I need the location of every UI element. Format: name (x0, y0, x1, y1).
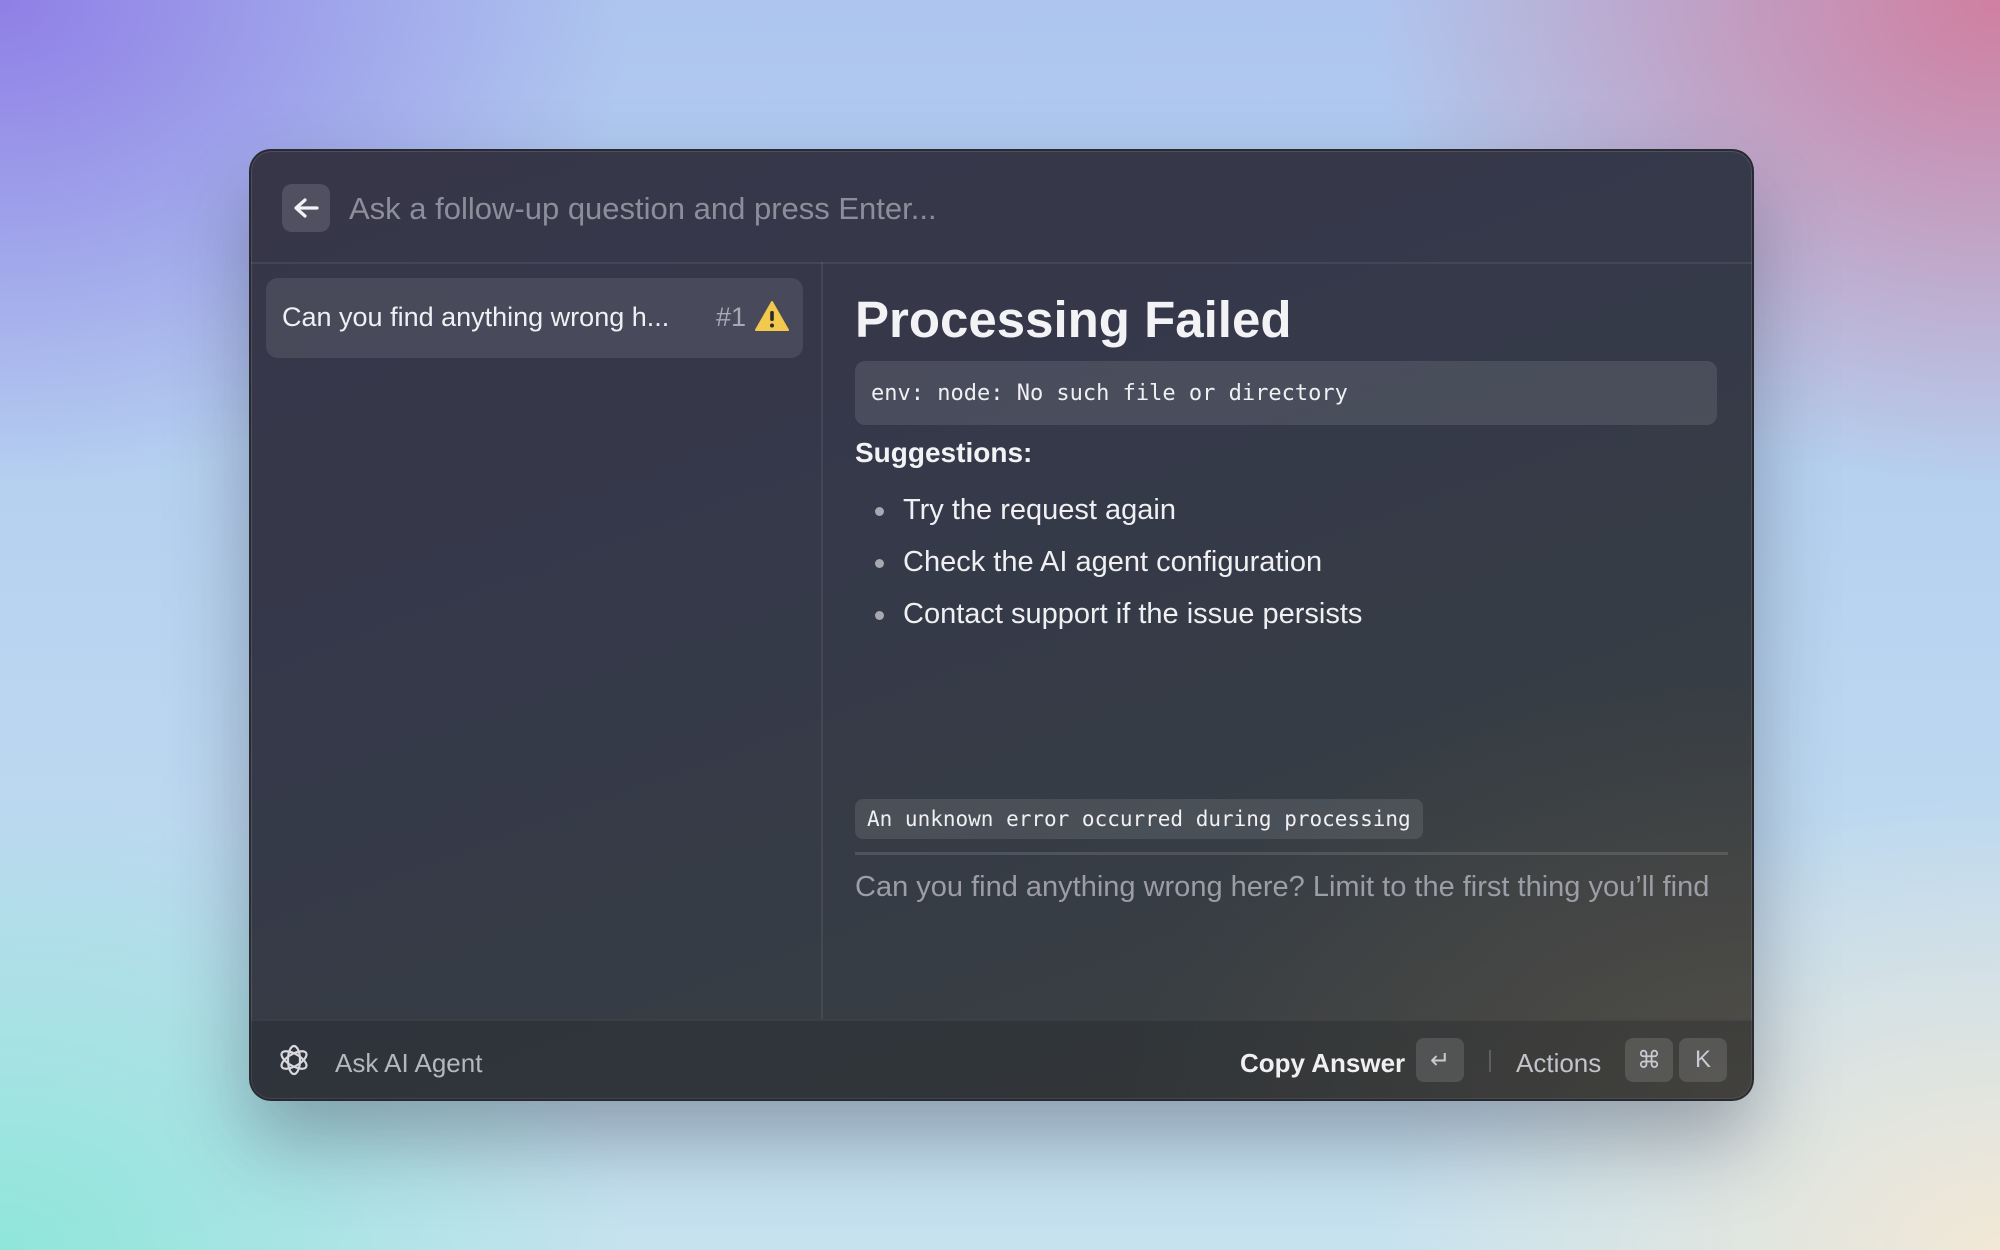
history-item-label: Can you find anything wrong h... (282, 302, 670, 332)
warning-icon (755, 301, 789, 331)
openai-logo-icon[interactable] (275, 1041, 313, 1079)
actions-button[interactable]: Actions (1516, 1048, 1601, 1079)
divider (1489, 1050, 1491, 1072)
error-code-text: env: node: No such file or directory (871, 381, 1348, 406)
follow-up-input[interactable] (347, 179, 1691, 239)
answer-panel: Processing Failed env: node: No such fil… (823, 262, 1750, 1019)
list-item: Try the request again (855, 494, 1362, 546)
back-button[interactable] (282, 184, 330, 232)
enter-key-hint: ↵ (1416, 1038, 1464, 1082)
ai-chat-window: Can you find anything wrong h... #1 Proc… (249, 149, 1754, 1101)
k-key-hint: K (1679, 1038, 1727, 1082)
suggestions-list: Try the request again Check the AI agent… (855, 494, 1362, 650)
suggestions-heading: Suggestions: (855, 437, 1033, 468)
copy-answer-button[interactable]: Copy Answer (1240, 1048, 1405, 1079)
error-code-block: env: node: No such file or directory (855, 361, 1717, 425)
footer-bar: Ask AI Agent Copy Answer ↵ Actions ⌘ K (251, 1019, 1752, 1099)
arrow-left-icon (294, 198, 319, 218)
history-sidebar: Can you find anything wrong h... #1 (251, 262, 823, 1019)
ask-agent-label[interactable]: Ask AI Agent (335, 1048, 482, 1079)
divider (855, 852, 1728, 855)
command-key-hint: ⌘ (1625, 1038, 1673, 1082)
page-title: Processing Failed (855, 291, 1292, 348)
original-question: Can you find anything wrong here? Limit … (855, 871, 1710, 903)
list-item: Contact support if the issue persists (855, 598, 1362, 650)
history-item-number: #1 (716, 302, 747, 332)
top-bar (251, 151, 1752, 264)
list-item: Check the AI agent configuration (855, 546, 1362, 598)
history-item[interactable]: Can you find anything wrong h... #1 (266, 278, 803, 358)
error-detail-code: An unknown error occurred during process… (855, 799, 1423, 839)
